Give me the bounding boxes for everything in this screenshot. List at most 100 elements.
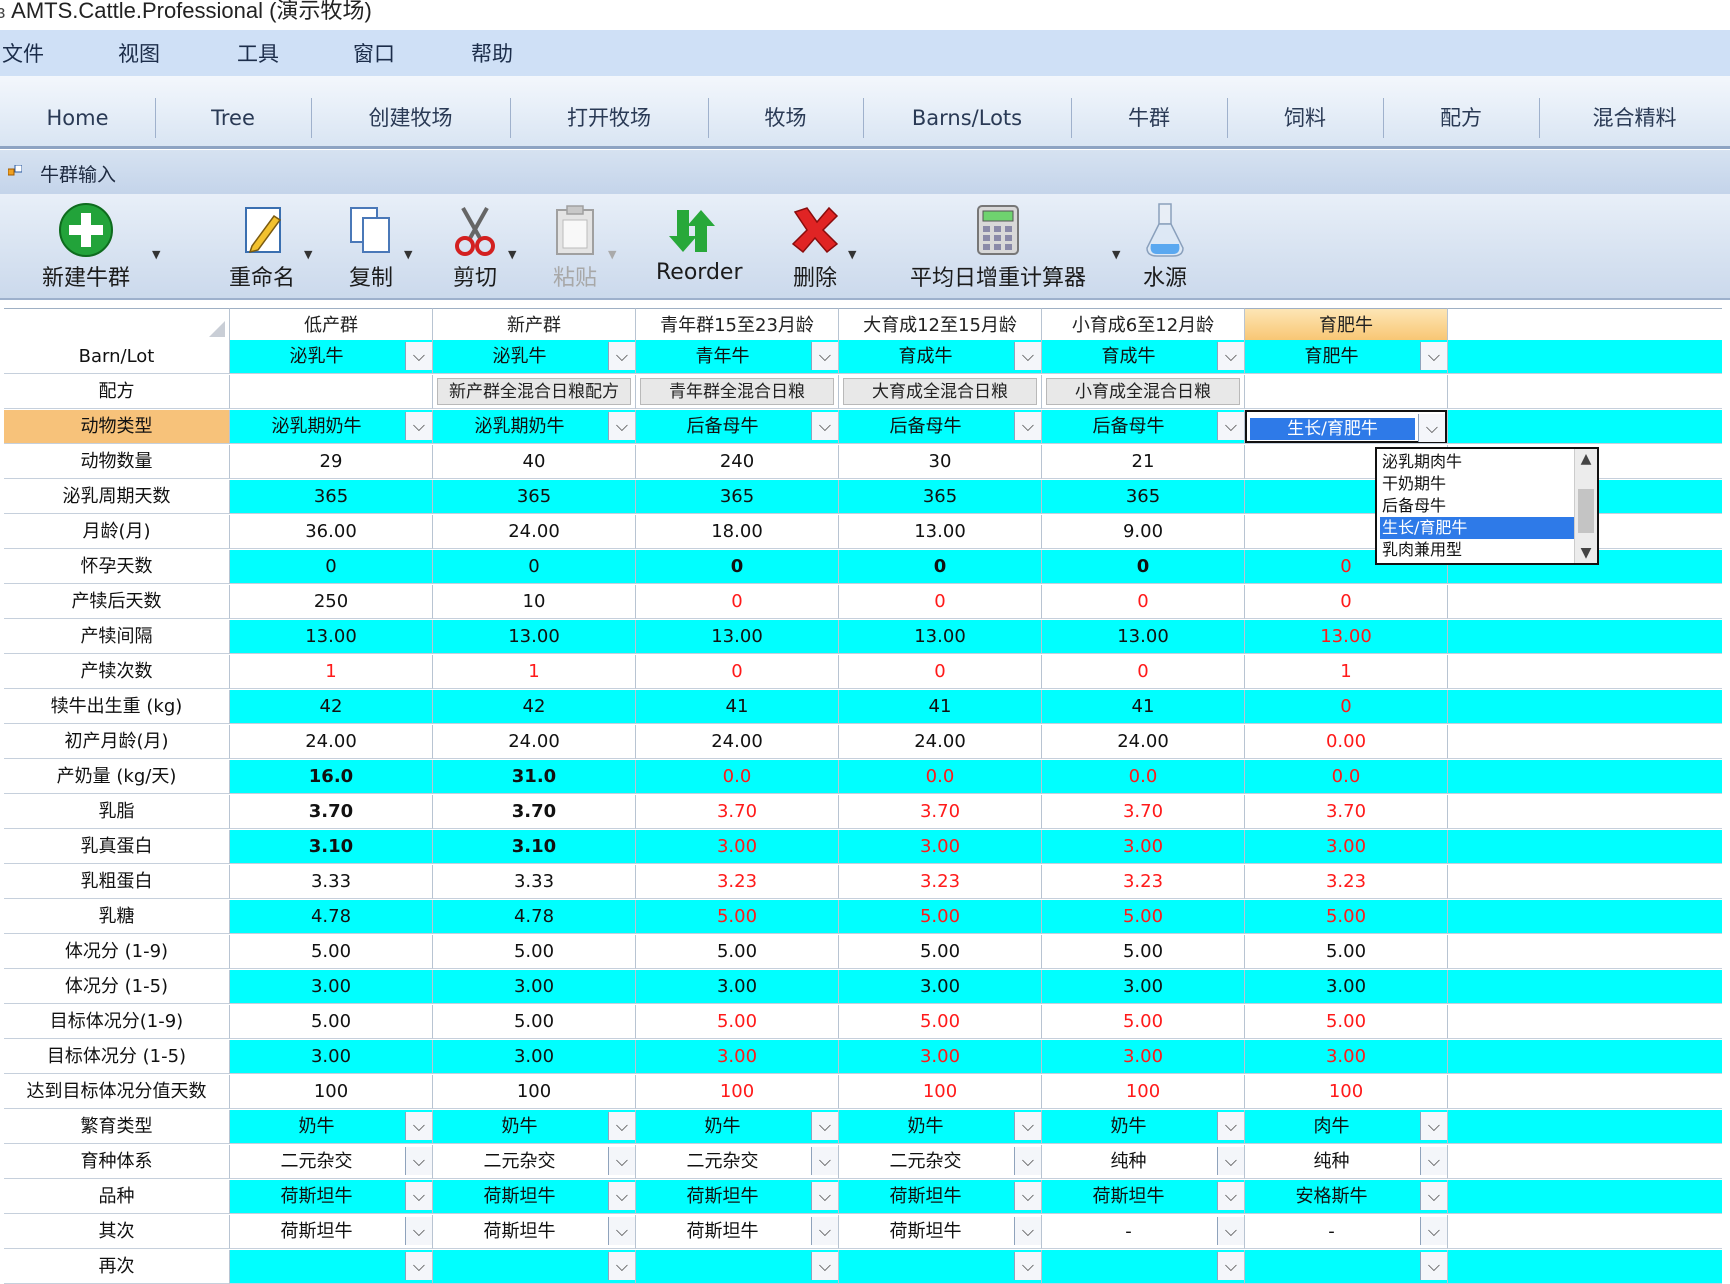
cell-value[interactable]: 3.00 [839,970,1042,1004]
cell-value[interactable]: 5.00 [1245,935,1448,969]
dropdown-cell[interactable]: 泌乳牛 ⌵ [230,340,433,374]
ration-button[interactable]: 青年群全混合日粮 [640,378,834,405]
cell-value[interactable]: 3.10 [230,830,433,864]
dropdown-cell[interactable]: 后备母牛 ⌵ [636,410,839,444]
cell-value[interactable]: 3.23 [1245,865,1448,899]
ration-button[interactable]: 大育成全混合日粮 [843,378,1037,405]
ration-cell[interactable]: 新产群全混合日粮配方 [433,375,636,409]
tab-open-farm[interactable]: 打开牧场 [510,98,709,138]
cell-value[interactable]: 13.00 [839,620,1042,654]
chevron-down-icon[interactable]: ⌵ [608,1252,635,1280]
row-label[interactable]: 产犊次数 [4,655,230,689]
cell-value[interactable]: 5.00 [1042,900,1245,934]
dropdown-cell[interactable]: 二元杂交 ⌵ [839,1145,1042,1179]
dropdown-cell[interactable]: 荷斯坦牛 ⌵ [839,1215,1042,1249]
dropdown-cell[interactable]: 育成牛 ⌵ [839,340,1042,374]
cell-value[interactable]: 0.0 [839,760,1042,794]
cell-value[interactable]: 1 [230,655,433,689]
dropdown-cell[interactable]: 荷斯坦牛 ⌵ [839,1180,1042,1214]
cell-value[interactable]: 42 [230,690,433,724]
menu-file[interactable]: 文件 [2,38,44,68]
cell-value[interactable]: 41 [1042,690,1245,724]
dropdown-cell[interactable]: 奶牛 ⌵ [839,1110,1042,1144]
row-label[interactable]: 月龄(月) [4,515,230,549]
dropdown-cell[interactable]: 育成牛 ⌵ [1042,340,1245,374]
dropdown-arrow-icon[interactable]: ▼ [304,248,312,261]
cell-value[interactable]: 0.0 [1245,760,1448,794]
tab-farm[interactable]: 牧场 [708,98,864,138]
cell-value[interactable]: 5.00 [636,1005,839,1039]
dropdown-option[interactable]: 乳肉兼用型 [1380,539,1577,561]
tab-premix[interactable]: 混合精料 [1539,98,1730,138]
dropdown-option[interactable]: 后备母牛 [1380,495,1577,517]
dropdown-cell[interactable]: 后备母牛 ⌵ [839,410,1042,444]
chevron-down-icon[interactable]: ⌵ [1420,342,1447,370]
chevron-down-icon[interactable]: ⌵ [405,1112,432,1140]
cell-value[interactable]: 3.00 [1042,830,1245,864]
cell-value[interactable]: 3.00 [1245,970,1448,1004]
cell-value[interactable]: 100 [636,1075,839,1109]
tab-home[interactable]: Home [0,98,156,138]
cell-value[interactable]: 41 [636,690,839,724]
dropdown-cell[interactable]: 纯种 ⌵ [1042,1145,1245,1179]
dropdown-cell[interactable]: 育肥牛 ⌵ [1245,340,1448,374]
menu-view[interactable]: 视图 [118,38,160,68]
chevron-down-icon[interactable]: ⌵ [1420,1112,1447,1140]
cell-value[interactable]: 100 [1245,1075,1448,1109]
chevron-down-icon[interactable]: ⌵ [1217,412,1244,440]
chevron-down-icon[interactable]: ⌵ [608,1182,635,1210]
cell-value[interactable]: 3.70 [433,795,636,829]
row-label[interactable]: 犊牛出生重 (kg) [4,690,230,724]
cell-value[interactable]: 13.00 [636,620,839,654]
cell-value[interactable]: 36.00 [230,515,433,549]
ration-cell[interactable] [230,375,433,409]
cell-value[interactable]: 3.00 [1042,1040,1245,1074]
cell-value[interactable]: 13.00 [433,620,636,654]
dropdown-cell[interactable]: 二元杂交 ⌵ [433,1145,636,1179]
dropdown-cell[interactable]: 荷斯坦牛 ⌵ [230,1215,433,1249]
row-label[interactable]: 达到目标体况分值天数 [4,1075,230,1109]
cell-value[interactable]: 3.00 [230,970,433,1004]
dropdown-cell[interactable]: 奶牛 ⌵ [1042,1110,1245,1144]
chevron-down-icon[interactable]: ⌵ [1014,1252,1041,1280]
cell-value[interactable]: 3.70 [230,795,433,829]
chevron-down-icon[interactable]: ⌵ [1217,1147,1244,1175]
cell-value[interactable]: 3.70 [839,795,1042,829]
row-label[interactable]: 泌乳周期天数 [4,480,230,514]
cell-value[interactable]: 100 [1042,1075,1245,1109]
dropdown-cell[interactable]: 荷斯坦牛 ⌵ [230,1180,433,1214]
chevron-down-icon[interactable]: ⌵ [1014,1182,1041,1210]
cell-value[interactable]: 0 [433,550,636,584]
chevron-down-icon[interactable]: ⌵ [1217,1252,1244,1280]
dropdown-arrow-icon[interactable]: ▼ [1112,248,1120,261]
chevron-down-icon[interactable]: ⌵ [405,342,432,370]
row-label[interactable]: 其次 [4,1215,230,1249]
cell-value[interactable]: 1 [433,655,636,689]
dropdown-cell[interactable]: 荷斯坦牛 ⌵ [433,1180,636,1214]
chevron-down-icon[interactable]: ⌵ [608,412,635,440]
cell-value[interactable]: 3.23 [1042,865,1245,899]
dropdown-cell[interactable]: ⌵ [636,1250,839,1284]
cell-value[interactable]: 13.00 [839,515,1042,549]
row-label[interactable]: 乳粗蛋白 [4,865,230,899]
cell-value[interactable]: 240 [636,445,839,479]
active-dropdown-editor[interactable]: 生长/育肥牛 ⌵ [1245,410,1447,443]
cell-value[interactable]: 24.00 [1042,725,1245,759]
cell-value[interactable]: 5.00 [230,935,433,969]
dropdown-cell[interactable]: 二元杂交 ⌵ [636,1145,839,1179]
cell-value[interactable]: 3.33 [230,865,433,899]
cell-value[interactable]: 365 [839,480,1042,514]
cell-value[interactable]: 13.00 [1042,620,1245,654]
chevron-down-icon[interactable]: ⌵ [608,342,635,370]
row-label[interactable]: 配方 [4,375,230,409]
cell-value[interactable]: 1 [1245,655,1448,689]
cell-value[interactable]: 365 [433,480,636,514]
cell-value[interactable]: 24.00 [433,725,636,759]
cell-value[interactable]: 0 [636,550,839,584]
cell-value[interactable]: 5.00 [433,935,636,969]
cell-value[interactable]: 18.00 [636,515,839,549]
dropdown-arrow-icon[interactable]: ▼ [848,248,856,261]
cell-value[interactable]: 100 [230,1075,433,1109]
cell-value[interactable]: 0 [1245,690,1448,724]
scroll-up-icon[interactable]: ▲ [1575,451,1597,467]
